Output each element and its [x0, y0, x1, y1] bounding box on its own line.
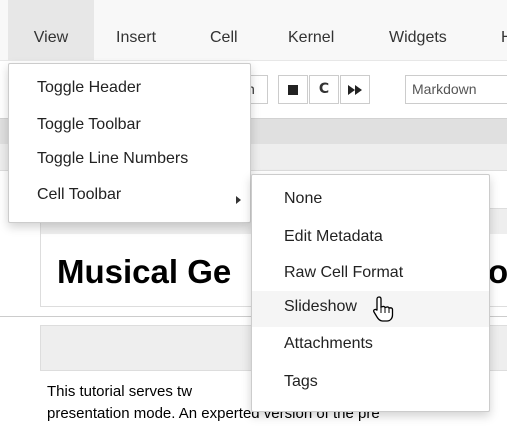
- submenu-item-raw-cell-format[interactable]: Raw Cell Format: [252, 257, 489, 293]
- submenu-item-edit-metadata[interactable]: Edit Metadata: [252, 221, 489, 257]
- menu-cell[interactable]: Cell: [210, 0, 238, 60]
- submenu-item-tags[interactable]: Tags: [252, 366, 489, 402]
- submenu-item-slideshow[interactable]: Slideshow: [252, 291, 489, 327]
- menubar: View Insert Cell Kernel Widgets H: [0, 0, 507, 61]
- stop-button[interactable]: [278, 75, 308, 104]
- cell-toolbar-submenu: None Edit Metadata Raw Cell Format Slide…: [251, 174, 490, 412]
- menu-item-toggle-toolbar[interactable]: Toggle Toolbar: [37, 116, 141, 134]
- fast-forward-icon: [348, 85, 362, 95]
- view-menu-dropdown: Toggle Header Toggle Toolbar Toggle Line…: [8, 63, 251, 223]
- hand-cursor-icon: [373, 296, 394, 322]
- submenu-caret-icon: [236, 196, 241, 204]
- menu-item-toggle-line-numbers[interactable]: Toggle Line Numbers: [37, 150, 188, 168]
- menu-item-toggle-header[interactable]: Toggle Header: [37, 79, 141, 97]
- submenu-item-label: Tags: [284, 373, 318, 390]
- submenu-item-attachments[interactable]: Attachments: [252, 328, 489, 364]
- cell-text-line1: This tutorial serves tw: [47, 383, 193, 400]
- submenu-item-none[interactable]: None: [252, 183, 489, 219]
- notebook-title-tail: o: [488, 253, 507, 290]
- cell-type-select[interactable]: Markdown: [405, 75, 507, 104]
- menu-widgets[interactable]: Widgets: [389, 0, 447, 60]
- restart-kernel-button[interactable]: C: [309, 75, 339, 104]
- menu-insert[interactable]: Insert: [116, 0, 156, 60]
- notebook-title: Musical Ge: [57, 253, 232, 290]
- stop-icon: [288, 85, 298, 95]
- restart-run-all-button[interactable]: [340, 75, 370, 104]
- menu-help[interactable]: H: [501, 0, 507, 60]
- submenu-item-label: Raw Cell Format: [284, 264, 404, 281]
- submenu-item-label: None: [284, 190, 323, 207]
- submenu-item-label: Slideshow: [284, 298, 357, 315]
- submenu-item-label: Attachments: [284, 335, 373, 352]
- menu-item-cell-toolbar[interactable]: Cell Toolbar: [37, 186, 121, 204]
- menu-view[interactable]: View: [8, 0, 94, 60]
- menu-kernel[interactable]: Kernel: [288, 0, 334, 60]
- submenu-item-label: Edit Metadata: [284, 228, 383, 245]
